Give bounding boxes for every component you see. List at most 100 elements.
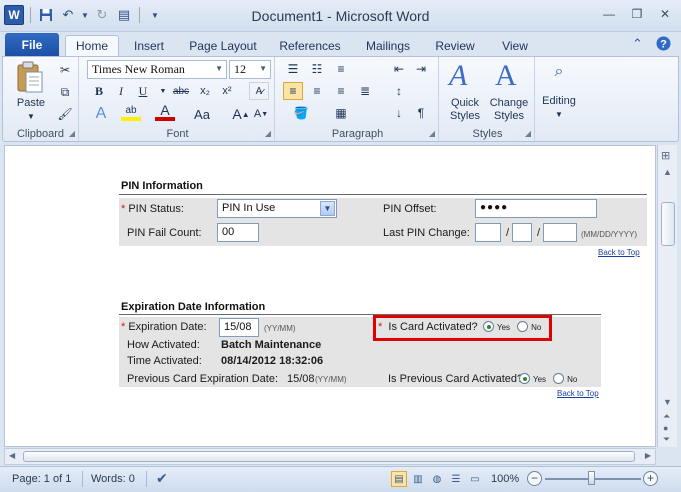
sort-icon[interactable]: ↓ (389, 104, 409, 122)
zoom-slider-thumb[interactable] (588, 471, 595, 485)
last-pin-change-year-input[interactable] (543, 223, 577, 242)
draft-icon[interactable]: ▭ (467, 471, 483, 487)
paragraph-group-label: Paragraph (331, 128, 384, 140)
paragraph-launcher-icon[interactable]: ◢ (429, 129, 435, 138)
horizontal-scrollbar[interactable]: ◀ ▶ (4, 448, 656, 465)
tab-home[interactable]: Home (65, 35, 119, 56)
zoom-level[interactable]: 100% (491, 473, 519, 485)
scroll-right-icon[interactable]: ▶ (645, 451, 651, 460)
paste-button[interactable]: Paste ▼ (9, 97, 53, 123)
align-right-icon[interactable]: ≡ (331, 82, 351, 100)
pin-fail-count-input[interactable]: 00 (217, 223, 259, 242)
previous-card-activated-no-radio[interactable] (553, 373, 565, 384)
tab-page-layout[interactable]: Page Layout (186, 35, 260, 56)
justify-icon[interactable]: ≣ (355, 82, 375, 100)
decrease-indent-icon[interactable]: ⇤ (389, 60, 409, 78)
vertical-scroll-thumb[interactable] (661, 202, 675, 246)
editing-button[interactable]: Editing ▼ (537, 95, 581, 121)
scroll-up-icon[interactable]: ▲ (663, 167, 672, 177)
web-layout-icon[interactable]: ◍ (429, 471, 445, 487)
show-marks-icon[interactable]: ¶ (411, 104, 431, 122)
cut-icon[interactable]: ✂ (55, 61, 75, 79)
grow-font-icon[interactable]: A ▲ (231, 105, 251, 123)
styles-launcher-icon[interactable]: ◢ (525, 129, 531, 138)
shading-icon[interactable]: 🪣 (291, 104, 311, 122)
quick-styles-button[interactable]: Quick Styles (443, 97, 487, 123)
text-effects-icon[interactable]: A (91, 105, 111, 123)
bullets-icon[interactable]: ☰ (283, 60, 303, 78)
change-styles-button[interactable]: Change Styles (487, 97, 531, 123)
full-screen-reading-icon[interactable]: ▥ (410, 471, 426, 487)
tab-view[interactable]: View (495, 35, 535, 56)
tab-review[interactable]: Review (432, 35, 478, 56)
font-size-dropdown[interactable]: 12 ▼ (229, 60, 271, 79)
scroll-left-icon[interactable]: ◀ (9, 451, 15, 460)
expiration-date-input[interactable]: 15/08 (219, 318, 259, 337)
pin-status-select[interactable]: PIN In Use ▼ (217, 199, 337, 218)
tab-insert[interactable]: Insert (127, 35, 171, 56)
browse-object-icon[interactable]: ● (663, 423, 668, 433)
chevron-down-icon: ▼ (320, 201, 335, 216)
italic-icon[interactable]: I (111, 82, 131, 100)
multilevel-list-icon[interactable]: ≡ (331, 60, 351, 78)
yes-label: Yes (533, 375, 547, 384)
format-painter-icon[interactable]: 🖌 (55, 105, 75, 123)
align-center-icon[interactable]: ≡ (307, 82, 327, 100)
change-case-icon[interactable]: Aa (189, 105, 215, 123)
font-launcher-icon[interactable]: ◢ (265, 129, 271, 138)
underline-icon[interactable]: U (133, 82, 153, 100)
help-icon[interactable]: ? (656, 36, 671, 54)
tab-file[interactable]: File (5, 33, 59, 56)
vertical-scrollbar[interactable]: ⊞ ▲ ▼ ⏶ ● ⏷ (657, 145, 677, 447)
horizontal-scroll-thumb[interactable] (23, 451, 635, 462)
minimize-ribbon-icon[interactable]: ⌃ (632, 36, 643, 52)
tab-mailings[interactable]: Mailings (360, 35, 416, 56)
proofing-icon[interactable]: ✔ (156, 470, 168, 487)
increase-indent-icon[interactable]: ⇥ (411, 60, 431, 78)
previous-card-activated-yes-radio[interactable] (519, 373, 530, 384)
paste-icon[interactable] (15, 61, 45, 95)
next-page-icon[interactable]: ⏷ (663, 434, 670, 445)
highlight-icon[interactable]: ab (121, 103, 141, 121)
close-icon[interactable]: ✕ (655, 6, 675, 22)
pin-status-value: PIN In Use (222, 202, 276, 214)
print-layout-icon[interactable]: ▤ (391, 471, 407, 487)
clipboard-launcher-icon[interactable]: ◢ (69, 129, 75, 138)
page-count[interactable]: Page: 1 of 1 (12, 473, 71, 485)
zoom-in-icon[interactable]: + (643, 471, 658, 486)
tab-references[interactable]: References (277, 35, 343, 56)
pin-offset-input[interactable]: ●●●● (475, 199, 597, 218)
line-spacing-icon[interactable]: ↕ (389, 82, 409, 100)
outline-icon[interactable]: ☰ (448, 471, 464, 487)
superscript-icon[interactable]: x² (217, 82, 237, 100)
quick-styles-icon[interactable]: A (449, 59, 483, 93)
copy-icon[interactable]: ⧉ (55, 83, 75, 101)
underline-dropdown-icon[interactable]: ▼ (153, 82, 173, 100)
font-family-dropdown[interactable]: Times New Roman ▼ (87, 60, 227, 79)
zoom-out-icon[interactable]: − (527, 471, 542, 486)
restore-icon[interactable]: ❐ (627, 6, 647, 22)
expiration-back-to-top-link[interactable]: Back to Top (557, 389, 599, 398)
clear-formatting-icon[interactable]: A̷ (249, 82, 269, 100)
last-pin-change-month-input[interactable] (475, 223, 501, 242)
expiration-date-label-text: Expiration Date: (128, 321, 207, 333)
align-left-icon[interactable]: ≡ (283, 82, 303, 100)
word-count[interactable]: Words: 0 (91, 473, 135, 485)
strikethrough-icon[interactable]: abc (171, 82, 191, 100)
last-pin-change-day-input[interactable] (512, 223, 532, 242)
ruler-toggle-icon[interactable]: ⊞ (661, 149, 670, 162)
binoculars-icon[interactable]: ⌕ (545, 63, 573, 87)
document-area[interactable]: PIN Information * PIN Status: PIN In Use… (4, 145, 656, 447)
minimize-icon[interactable]: — (599, 6, 619, 22)
shrink-font-icon[interactable]: A ▼ (251, 105, 271, 123)
bold-icon[interactable]: B (89, 82, 109, 100)
previous-page-icon[interactable]: ⏶ (663, 411, 670, 422)
font-color-icon[interactable]: A (155, 102, 175, 121)
scroll-down-icon[interactable]: ▼ (663, 397, 672, 407)
subscript-icon[interactable]: x₂ (195, 82, 215, 100)
numbering-icon[interactable]: ☷ (307, 60, 327, 78)
change-styles-icon[interactable]: A (495, 59, 529, 93)
pin-back-to-top-link[interactable]: Back to Top (598, 248, 640, 257)
borders-icon[interactable]: ▦ (331, 104, 351, 122)
expiration-section-title: Expiration Date Information (121, 301, 266, 313)
